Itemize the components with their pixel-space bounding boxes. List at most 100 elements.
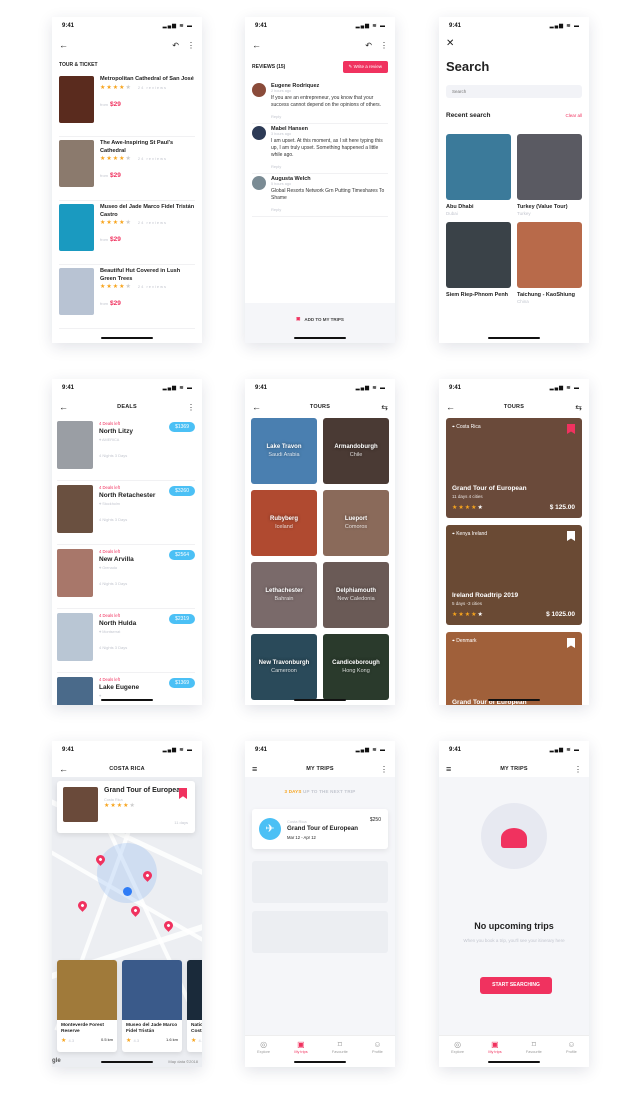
tab-label: Explore bbox=[257, 1050, 271, 1054]
deal-item[interactable]: 4 Deals left New Arvilla ⌖ Grenada 4 Nights… bbox=[57, 545, 195, 609]
place-rating-value: 4.3 bbox=[198, 1038, 202, 1043]
tab-explore[interactable]: ◎ Explore bbox=[451, 1040, 464, 1067]
search-result-card[interactable]: Turkey (Value Tour) Turkey bbox=[517, 134, 582, 216]
status-time: 9:41 bbox=[449, 23, 462, 29]
tab-profile[interactable]: ☺ Profile bbox=[372, 1040, 383, 1067]
list-item[interactable]: Beautiful Hut Covered in Lush Green Tree… bbox=[59, 265, 195, 329]
place-card[interactable]: Museo del Jade Marco Fidel Tristán ★ 4.3 1… bbox=[122, 960, 182, 1052]
more-vertical-icon[interactable]: ⋮ bbox=[380, 765, 388, 774]
tour-tile[interactable]: Lethachester Bahrain bbox=[251, 562, 317, 628]
more-vertical-icon[interactable]: ⋮ bbox=[187, 403, 195, 412]
filter-icon[interactable]: ⇆ bbox=[575, 403, 582, 412]
deal-item[interactable]: 4 Deals left North Retachester ⌖ Stockholm… bbox=[57, 481, 195, 545]
tour-tile[interactable]: Lueport Comoros bbox=[323, 490, 389, 556]
back-arrow-icon[interactable]: ← bbox=[252, 40, 261, 50]
map-attribution: Map data ©2018 bbox=[168, 1059, 198, 1064]
deals-left: 4 Deals left bbox=[99, 613, 120, 618]
back-arrow-icon[interactable]: ← bbox=[252, 402, 261, 412]
tour-tile-name: Candiceborough bbox=[332, 660, 380, 666]
menu-icon[interactable]: ≡ bbox=[252, 764, 257, 774]
selected-tour-card[interactable]: Grand Tour of European Costa Rica ★★★★★ … bbox=[57, 781, 195, 833]
deal-thumbnail bbox=[57, 613, 93, 661]
review-count: 24 reviews bbox=[137, 156, 168, 161]
back-arrow-icon[interactable]: ← bbox=[59, 402, 68, 412]
nav-bar: ← TOURS ⇆ bbox=[439, 399, 589, 415]
menu-icon[interactable]: ≡ bbox=[446, 764, 451, 774]
tab-explore[interactable]: ◎ Explore bbox=[257, 1040, 270, 1067]
more-vertical-icon[interactable]: ⋮ bbox=[380, 41, 388, 50]
tour-tile[interactable]: New Travonburgh Cameroon bbox=[251, 634, 317, 700]
deal-item[interactable]: 4 Deals left North Litzy ⌖ AMERICA 4 Nights… bbox=[57, 417, 195, 481]
list-item[interactable]: The Awe-Inspiring St Paul's Cathedral ★★★… bbox=[59, 137, 195, 201]
back-arrow-icon[interactable]: ← bbox=[59, 764, 68, 774]
tour-card[interactable]: ⌖ Costa Rica Grand Tour of European 11 day… bbox=[446, 418, 582, 518]
trip-card[interactable]: ✈ Costa Rica Grand Tour of European Mar … bbox=[252, 809, 388, 849]
tour-tile[interactable]: Armandoburgh Chile bbox=[323, 418, 389, 484]
place-card[interactable]: National Museum of Costa Rica ★ 4.3 bbox=[187, 960, 202, 1052]
filter-icon[interactable]: ⇆ bbox=[381, 403, 388, 412]
back-arrow-icon[interactable]: ← bbox=[446, 402, 455, 412]
home-indicator bbox=[488, 699, 540, 701]
bookmark-icon[interactable] bbox=[567, 424, 575, 434]
screen-tours-grid: 9:41 ▂▄▆ ≋ ▬ ← TOURS ⇆ Lake Travon Saudi A… bbox=[245, 379, 395, 705]
search-input[interactable] bbox=[446, 85, 582, 98]
search-result-card[interactable]: Taichung - KaoShiung China bbox=[517, 222, 582, 304]
place-card[interactable]: Monteverde Forest Reserve ★ 4.3 0.5 km bbox=[57, 960, 117, 1052]
clear-all-link[interactable]: Clear all bbox=[565, 113, 582, 118]
tour-tile[interactable]: Rubyberg Iceland bbox=[251, 490, 317, 556]
tour-tile[interactable]: Delphiamouth New Caledonia bbox=[323, 562, 389, 628]
status-icons: ▂▄▆ ≋ ▬ bbox=[355, 747, 386, 753]
reply-link[interactable]: Reply bbox=[271, 114, 388, 119]
search-result-card[interactable]: Siem Riep-Phnom Penh bbox=[446, 222, 511, 304]
place-rating-value: 4.3 bbox=[133, 1038, 140, 1043]
status-time: 9:41 bbox=[255, 747, 268, 753]
share-icon[interactable]: ↶ bbox=[172, 41, 179, 50]
price: $29 bbox=[110, 100, 121, 108]
close-icon[interactable]: ✕ bbox=[446, 38, 454, 49]
tour-card[interactable]: ⌖ Kenya Ireland Ireland Roadtrip 2019 5 da… bbox=[446, 525, 582, 625]
more-vertical-icon[interactable]: ⋮ bbox=[574, 765, 582, 774]
tour-card[interactable]: ⌖ Denmark Grand Tour of European bbox=[446, 632, 582, 705]
my-trips-icon: ▣ bbox=[297, 1040, 305, 1049]
reply-link[interactable]: Reply bbox=[271, 207, 388, 212]
review-text: I am upset. At this moment, as I sit her… bbox=[271, 138, 383, 158]
screen-no-trips: 9:41 ▂▄▆ ≋ ▬ ≡ MY TRIPS ⋮ No upcoming tri… bbox=[439, 741, 589, 1067]
tour-tile[interactable]: Candiceborough Hong Kong bbox=[323, 634, 389, 700]
page-title: COSTA RICA bbox=[109, 766, 145, 772]
tour-thumbnail bbox=[59, 140, 94, 187]
bookmark-icon[interactable] bbox=[567, 531, 575, 541]
write-review-button[interactable]: ✎ Write a review bbox=[342, 61, 388, 73]
deal-location-text: Montserrat bbox=[102, 630, 121, 634]
deal-name: North Litzy bbox=[99, 428, 133, 435]
location-pin-icon: ⌖ bbox=[452, 424, 455, 430]
location-pin-icon: ⌖ bbox=[99, 566, 102, 570]
status-icons: ▂▄▆ ≋ ▬ bbox=[549, 23, 580, 29]
location-pin-icon: ⌖ bbox=[99, 502, 102, 506]
tour-name: The Awe-Inspiring St Paul's Cathedral bbox=[100, 140, 174, 154]
list-item[interactable]: Metropolitan Cathedral of San José ★★★★★ 2… bbox=[59, 73, 195, 137]
share-icon[interactable]: ↶ bbox=[365, 41, 372, 50]
status-time: 9:41 bbox=[255, 385, 268, 391]
back-arrow-icon[interactable]: ← bbox=[59, 40, 68, 50]
tour-price: $ 125.00 bbox=[549, 504, 575, 511]
nav-bar: ← COSTA RICA bbox=[52, 761, 202, 777]
bookmark-icon[interactable] bbox=[567, 638, 575, 648]
search-result-card[interactable]: Abu Dhabi Dubai bbox=[446, 134, 511, 216]
status-icons: ▂▄▆ ≋ ▬ bbox=[162, 385, 193, 391]
place-name: Monteverde Forest Reserve bbox=[61, 1023, 104, 1034]
tour-duration: 5 days -3 cities bbox=[452, 601, 483, 606]
places-carousel: Monteverde Forest Reserve ★ 4.3 0.5 km Muse… bbox=[57, 960, 202, 1052]
review-count: 24 reviews bbox=[137, 84, 168, 90]
review-body: Eugene Rodriquez 2 hours ago If you are an… bbox=[271, 83, 388, 119]
deal-info: 4 Deals left North Hulda ⌖ Montserrat 4 Nig… bbox=[99, 613, 136, 672]
tour-tile[interactable]: Lake Travon Saudi Arabia bbox=[251, 418, 317, 484]
deal-item[interactable]: 4 Deals left North Hulda ⌖ Montserrat 4 Nig… bbox=[57, 609, 195, 673]
price: $29 bbox=[110, 300, 121, 307]
more-vertical-icon[interactable]: ⋮ bbox=[187, 41, 195, 50]
reply-link[interactable]: Reply bbox=[271, 164, 388, 169]
trip-dates: Mar 12 - Apr 12 bbox=[287, 834, 316, 840]
tab-profile[interactable]: ☺ Profile bbox=[566, 1040, 577, 1067]
tour-tile-country: Saudi Arabia bbox=[268, 452, 300, 458]
start-searching-button[interactable]: START SEARCHING bbox=[480, 977, 552, 994]
list-item[interactable]: Museo del Jade Marco Fidel Tristán Castr… bbox=[59, 201, 195, 265]
